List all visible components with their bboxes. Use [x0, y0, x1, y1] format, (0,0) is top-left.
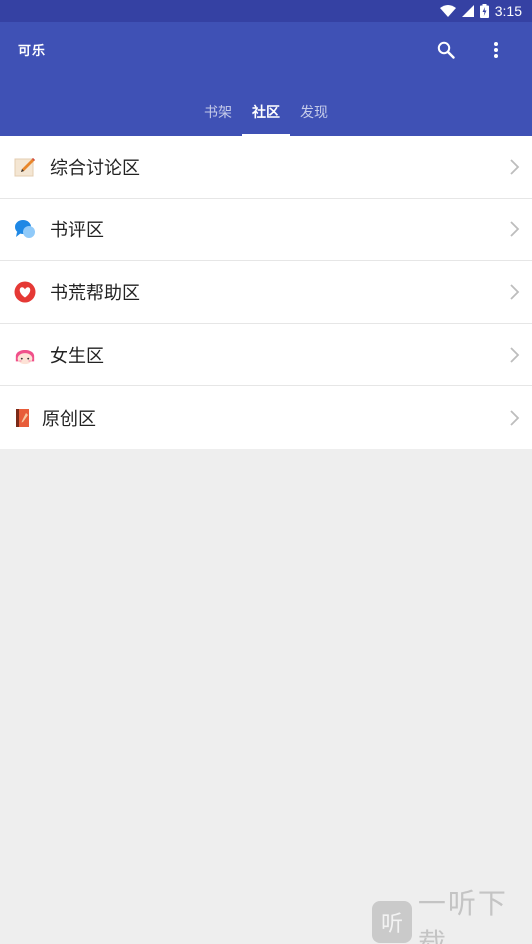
more-vert-icon: [494, 42, 498, 58]
list-item-label: 综合讨论区: [50, 157, 140, 179]
list-item-original-works[interactable]: 原创区: [0, 386, 532, 449]
watermark: 听 一听下载: [372, 887, 532, 944]
app-title: 可乐: [18, 44, 47, 59]
status-icons: [439, 4, 489, 18]
cell-signal-icon: [461, 5, 474, 17]
girl-face-icon: [14, 344, 36, 366]
list-item-book-shortage-help[interactable]: 书荒帮助区: [0, 261, 532, 324]
status-time: 3:15: [494, 3, 522, 19]
list-item-general-discussion[interactable]: 综合讨论区: [0, 136, 532, 199]
search-icon: [437, 41, 455, 59]
tab-bookshelf[interactable]: 书架: [194, 88, 242, 136]
list-item-label: 原创区: [42, 408, 96, 430]
chevron-right-icon: [510, 346, 520, 363]
wifi-icon: [439, 5, 456, 17]
book-pen-icon: [12, 407, 34, 429]
tab-bar: 书架 社区 发现: [0, 88, 532, 136]
search-button[interactable]: [432, 36, 460, 64]
community-list: 综合讨论区 书评区 书荒帮助区 女生区 原创区: [0, 136, 532, 449]
chevron-right-icon: [510, 159, 520, 175]
battery-charging-icon: [479, 4, 489, 18]
chat-bubbles-icon: [14, 218, 36, 240]
tab-label: 发现: [300, 105, 328, 121]
more-options-button[interactable]: [482, 36, 510, 64]
tab-community[interactable]: 社区: [242, 88, 290, 136]
status-bar: 3:15: [0, 0, 532, 22]
app-bar: 可乐 书架 社区 发现: [0, 22, 532, 136]
list-item-label: 书荒帮助区: [50, 282, 140, 304]
list-item-book-reviews[interactable]: 书评区: [0, 199, 532, 262]
list-item-label: 女生区: [50, 345, 104, 367]
chevron-right-icon: [510, 284, 520, 300]
tab-discover[interactable]: 发现: [290, 88, 338, 136]
memo-pencil-icon: [14, 156, 36, 178]
chevron-right-icon: [510, 221, 520, 238]
list-item-label: 书评区: [50, 220, 104, 242]
tab-label: 书架: [204, 105, 232, 121]
watermark-text: 一听下载: [417, 887, 508, 944]
list-item-female-readers[interactable]: 女生区: [0, 324, 532, 387]
watermark-badge: 听: [372, 901, 412, 943]
chevron-right-icon: [510, 410, 520, 426]
tab-label: 社区: [252, 105, 280, 121]
heart-icon: [14, 281, 36, 303]
